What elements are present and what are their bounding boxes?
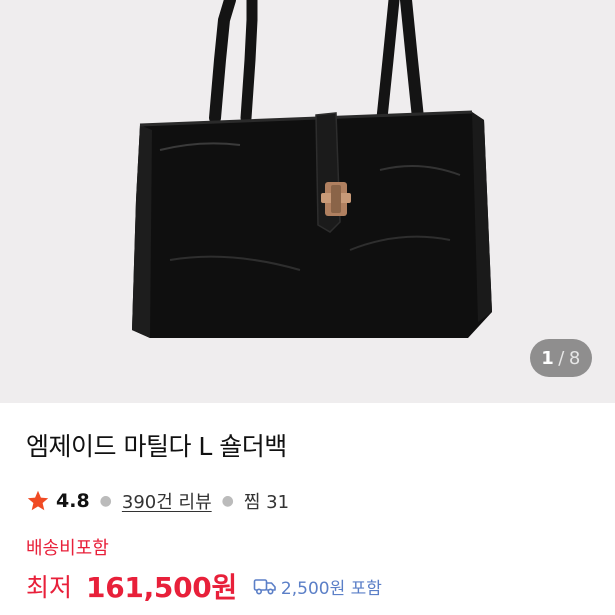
rating-value: 4.8 [56, 490, 90, 512]
total-pages: 8 [568, 347, 581, 369]
separator-dot: ● [99, 493, 112, 509]
delivery-fee: 2,500원 포함 [253, 574, 382, 599]
lowest-price-label: 최저 [26, 573, 73, 602]
star-icon [27, 490, 49, 511]
separator-dot: ● [221, 493, 234, 509]
price-row: 최저 161,500원 2,500원 포함 [26, 566, 382, 606]
delivery-fee-text: 2,500원 포함 [280, 578, 382, 599]
wish-count: 찜 31 [243, 492, 290, 513]
image-page-indicator: 1 / 8 [530, 339, 592, 377]
price-value: 161,500원 [86, 571, 237, 604]
product-title: 엠제이드 마틸다 L 숄더백 [26, 432, 287, 461]
review-count-link[interactable]: 390건 리뷰 [122, 488, 212, 514]
current-page: 1 [541, 347, 555, 369]
shipping-included-note: 배송비포함 [26, 538, 109, 559]
rating-row: 4.8 ● 390건 리뷰 ● 찜 31 [26, 487, 289, 515]
page-separator: / [558, 347, 565, 369]
truck-icon [253, 579, 276, 595]
product-image [132, 0, 492, 338]
product-image-gallery[interactable]: 1 / 8 [0, 0, 615, 403]
product-info: 엠제이드 마틸다 L 숄더백 4.8 ● 390건 리뷰 ● 찜 31 배송비포… [0, 403, 615, 615]
